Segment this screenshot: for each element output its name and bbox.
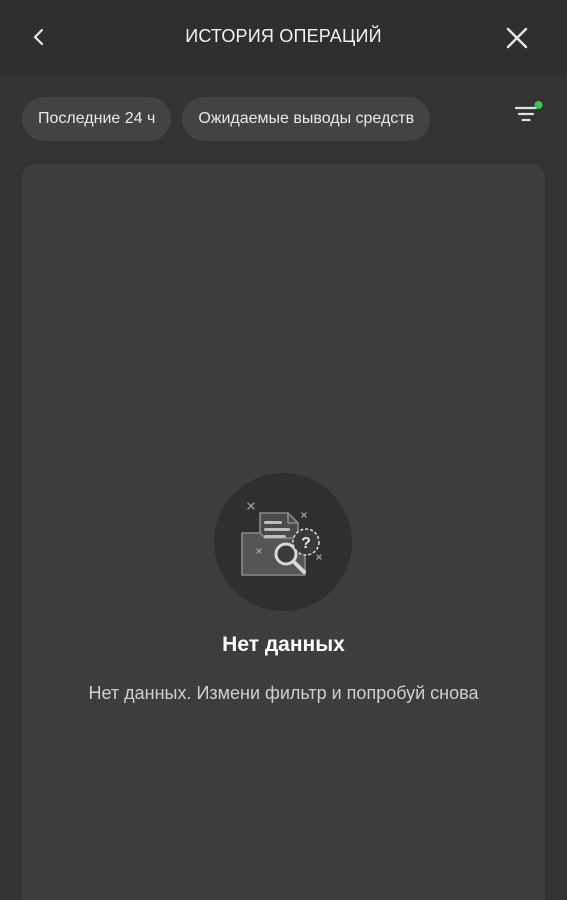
empty-search-document-icon: ? xyxy=(241,502,322,576)
chip-last-24h[interactable]: Последние 24 ч xyxy=(22,97,172,141)
empty-state-message: Нет данных. Измени фильтр и попробуй сно… xyxy=(88,683,479,703)
svg-text:?: ? xyxy=(301,535,311,552)
close-icon xyxy=(506,27,528,49)
operations-history-screen: ИСТОРИЯ ОПЕРАЦИЙ Последние 24 ч Ожидаемы… xyxy=(0,0,567,900)
empty-state-title: Нет данных xyxy=(222,633,345,656)
filter-icon xyxy=(514,101,543,122)
close-button[interactable] xyxy=(498,19,536,57)
chip-pending-withdrawals[interactable]: Ожидаемые выводы средств xyxy=(182,97,431,141)
filter-button[interactable] xyxy=(510,98,548,132)
operations-list: ? Нет данных Нет данных. Измени фильтр и… xyxy=(22,164,545,900)
header: ИСТОРИЯ ОПЕРАЦИЙ xyxy=(0,0,567,76)
filter-active-dot xyxy=(534,101,543,109)
empty-state-icon-circle: ? xyxy=(214,473,352,611)
page-title: ИСТОРИЯ ОПЕРАЦИЙ xyxy=(185,26,382,46)
filter-chips: Последние 24 ч Ожидаемые выводы средств xyxy=(22,97,431,141)
